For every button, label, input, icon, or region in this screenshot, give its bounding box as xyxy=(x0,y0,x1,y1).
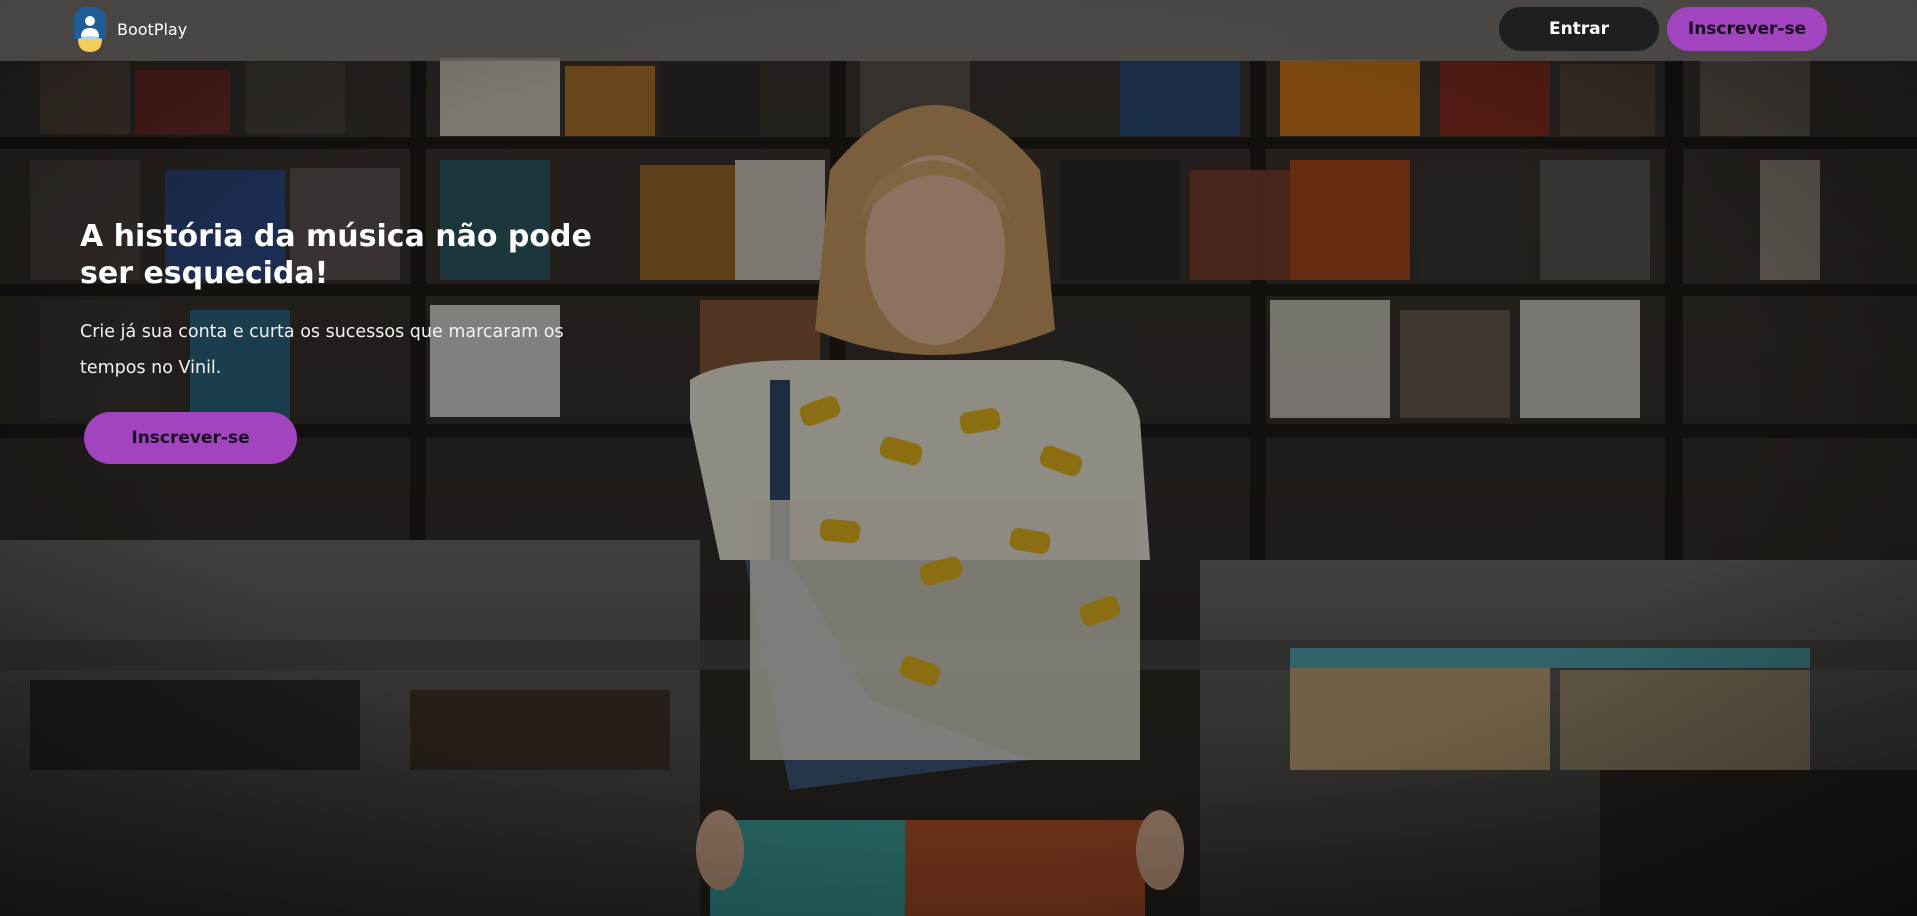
top-navbar: BootPlay Entrar Inscrever-se xyxy=(0,0,1917,61)
signup-hero-button[interactable]: Inscrever-se xyxy=(84,412,297,464)
login-button[interactable]: Entrar xyxy=(1499,7,1659,51)
signup-nav-button[interactable]: Inscrever-se xyxy=(1667,7,1827,51)
brand-name: BootPlay xyxy=(117,19,188,39)
landing-page: BootPlay Entrar Inscrever-se A história … xyxy=(0,0,1917,916)
hero-section: A história da música não pode ser esquec… xyxy=(80,218,640,464)
hero-title: A história da música não pode ser esquec… xyxy=(80,219,592,291)
bootplay-logo-icon xyxy=(74,7,106,52)
brand-link[interactable]: BootPlay xyxy=(71,5,187,53)
hero-subtitle: Crie já sua conta e curta os sucessos qu… xyxy=(80,322,564,378)
nav-actions: Entrar Inscrever-se xyxy=(1499,7,1827,51)
